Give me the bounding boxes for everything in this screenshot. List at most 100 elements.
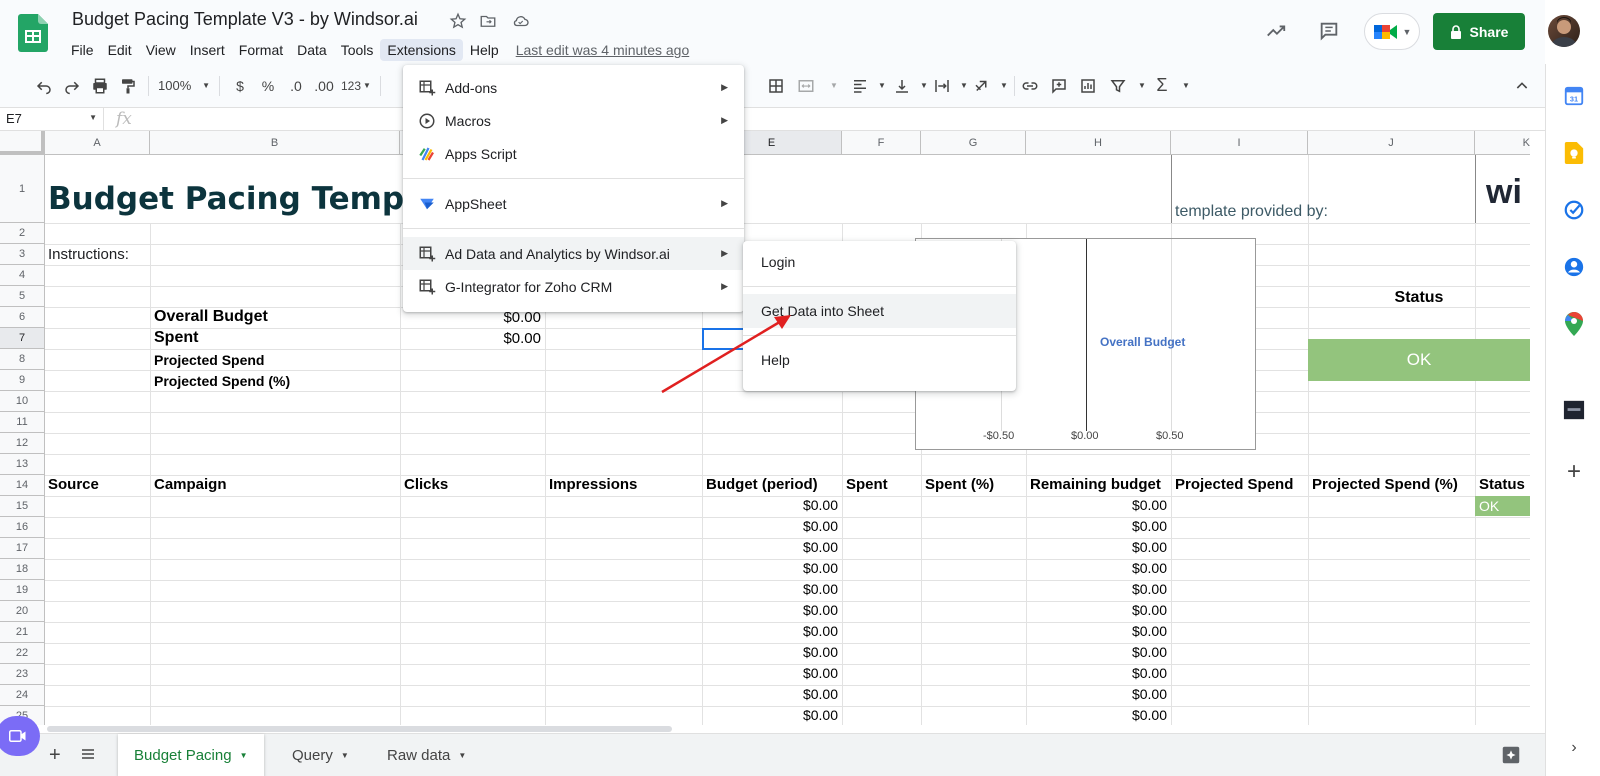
row-header-23[interactable]: 23: [0, 664, 45, 685]
decrease-decimal-button[interactable]: .0: [282, 72, 310, 100]
video-call-button[interactable]: [0, 716, 40, 756]
share-button[interactable]: Share: [1433, 13, 1525, 50]
menu-item-macros[interactable]: Macros ▶: [403, 104, 744, 137]
menu-item-g-integrator[interactable]: G-Integrator for Zoho CRM ▶: [403, 270, 744, 303]
row-header-8[interactable]: 8: [0, 349, 45, 370]
row-header-24[interactable]: 24: [0, 685, 45, 706]
sheet-tab-raw-data[interactable]: Raw data ▼: [371, 734, 482, 776]
row-header-22[interactable]: 22: [0, 643, 45, 664]
menu-tools[interactable]: Tools: [334, 39, 381, 61]
row-header-18[interactable]: 18: [0, 559, 45, 580]
menu-item-appsheet[interactable]: AppSheet ▶: [403, 187, 744, 220]
last-edit-link[interactable]: Last edit was 4 minutes ago: [516, 42, 690, 58]
menu-item-windsor-ad-data[interactable]: Ad Data and Analytics by Windsor.ai ▶: [403, 237, 744, 270]
chevron-down-icon[interactable]: ▼: [1172, 72, 1200, 100]
insert-chart-icon[interactable]: [1074, 72, 1102, 100]
maps-icon[interactable]: [1562, 312, 1586, 336]
windsor-addon-icon[interactable]: [1562, 398, 1586, 422]
row-header-12[interactable]: 12: [0, 433, 45, 454]
column-header-k[interactable]: K: [1475, 131, 1530, 155]
column-header-g[interactable]: G: [921, 131, 1026, 155]
column-header-h[interactable]: H: [1026, 131, 1171, 155]
row-header-16[interactable]: 16: [0, 517, 45, 538]
row-header-20[interactable]: 20: [0, 601, 45, 622]
row-header-17[interactable]: 17: [0, 538, 45, 559]
row-header-7[interactable]: 7: [0, 328, 45, 349]
menu-item-apps-script[interactable]: Apps Script: [403, 137, 744, 170]
percent-format-button[interactable]: %: [254, 72, 282, 100]
row-header-9[interactable]: 9: [0, 370, 45, 391]
row-header-15[interactable]: 15: [0, 496, 45, 517]
row-header-19[interactable]: 19: [0, 580, 45, 601]
name-box[interactable]: E7 ▼: [0, 108, 104, 130]
row-header-2[interactable]: 2: [0, 223, 45, 244]
add-addon-icon[interactable]: +: [1562, 458, 1586, 485]
sheet-tab-budget-pacing[interactable]: Budget Pacing ▼: [118, 734, 264, 776]
cloud-saved-icon[interactable]: [509, 10, 531, 32]
sheet-tab-query[interactable]: Query ▼: [276, 734, 365, 776]
redo-icon[interactable]: [58, 72, 86, 100]
insert-link-icon[interactable]: [1016, 72, 1044, 100]
menu-view[interactable]: View: [139, 39, 183, 61]
tasks-icon[interactable]: [1562, 198, 1586, 222]
undo-icon[interactable]: [30, 72, 58, 100]
more-formats-button[interactable]: 123 ▼: [338, 72, 374, 100]
formula-input[interactable]: [150, 109, 1545, 129]
spreadsheet-grid[interactable]: A B C D E F G H I J K 1 2 3 4 5 6 7 8 9 …: [0, 131, 1530, 725]
menu-extensions[interactable]: Extensions: [380, 39, 463, 61]
add-sheet-icon[interactable]: +: [49, 744, 61, 767]
merge-cells-icon[interactable]: [792, 72, 820, 100]
column-header-b[interactable]: B: [150, 131, 400, 155]
all-sheets-icon[interactable]: [80, 746, 96, 765]
increase-decimal-button[interactable]: .00: [310, 72, 338, 100]
paint-format-icon[interactable]: [114, 72, 142, 100]
horizontal-scrollbar[interactable]: [45, 725, 1530, 733]
chevron-right-icon[interactable]: ›: [1562, 736, 1586, 760]
trending-activity-icon[interactable]: [1265, 20, 1287, 42]
horizontal-scrollbar-thumb[interactable]: [47, 726, 672, 732]
remaining-budget-value: $0.00: [1131, 665, 1167, 681]
menu-item-add-ons[interactable]: Add-ons ▶: [403, 71, 744, 104]
menu-file[interactable]: File: [64, 39, 101, 61]
column-header-f[interactable]: F: [842, 131, 921, 155]
select-all-corner[interactable]: [0, 131, 45, 155]
menu-help[interactable]: Help: [463, 39, 506, 61]
explore-icon[interactable]: [1500, 744, 1522, 769]
row-header-13[interactable]: 13: [0, 454, 45, 475]
print-icon[interactable]: [86, 72, 114, 100]
row-header-3[interactable]: 3: [0, 244, 45, 265]
calendar-icon[interactable]: 31: [1562, 84, 1586, 108]
sheets-logo-icon[interactable]: [18, 14, 48, 52]
keep-notes-icon[interactable]: [1562, 141, 1586, 165]
menu-format[interactable]: Format: [232, 39, 290, 61]
collapse-menus-icon[interactable]: [1508, 72, 1536, 100]
row-header-1[interactable]: 1: [0, 155, 45, 223]
column-header-j[interactable]: J: [1308, 131, 1475, 155]
submenu-item-login[interactable]: Login: [743, 245, 1016, 279]
row-header-21[interactable]: 21: [0, 622, 45, 643]
star-icon[interactable]: [447, 10, 469, 32]
row-header-4[interactable]: 4: [0, 265, 45, 286]
currency-format-button[interactable]: $: [226, 72, 254, 100]
move-folder-icon[interactable]: [477, 10, 499, 32]
meet-button[interactable]: ▼: [1364, 13, 1420, 50]
column-header-i[interactable]: I: [1171, 131, 1308, 155]
row-header-6[interactable]: 6: [0, 307, 45, 328]
comments-icon[interactable]: [1318, 20, 1340, 42]
menu-edit[interactable]: Edit: [101, 39, 139, 61]
column-header-a[interactable]: A: [45, 131, 150, 155]
insert-comment-icon[interactable]: [1045, 72, 1073, 100]
chevron-down-icon[interactable]: ▼: [820, 72, 848, 100]
contacts-icon[interactable]: [1562, 255, 1586, 279]
borders-icon[interactable]: [762, 72, 790, 100]
row-header-10[interactable]: 10: [0, 391, 45, 412]
menu-insert[interactable]: Insert: [183, 39, 232, 61]
document-title[interactable]: Budget Pacing Template V3 - by Windsor.a…: [72, 9, 418, 30]
avatar[interactable]: [1548, 15, 1580, 47]
zoom-select[interactable]: 100% ▼: [155, 72, 213, 100]
row-header-11[interactable]: 11: [0, 412, 45, 433]
grid-line: [1308, 155, 1309, 725]
menu-data[interactable]: Data: [290, 39, 334, 61]
row-header-14[interactable]: 14: [0, 475, 45, 496]
row-header-5[interactable]: 5: [0, 286, 45, 307]
